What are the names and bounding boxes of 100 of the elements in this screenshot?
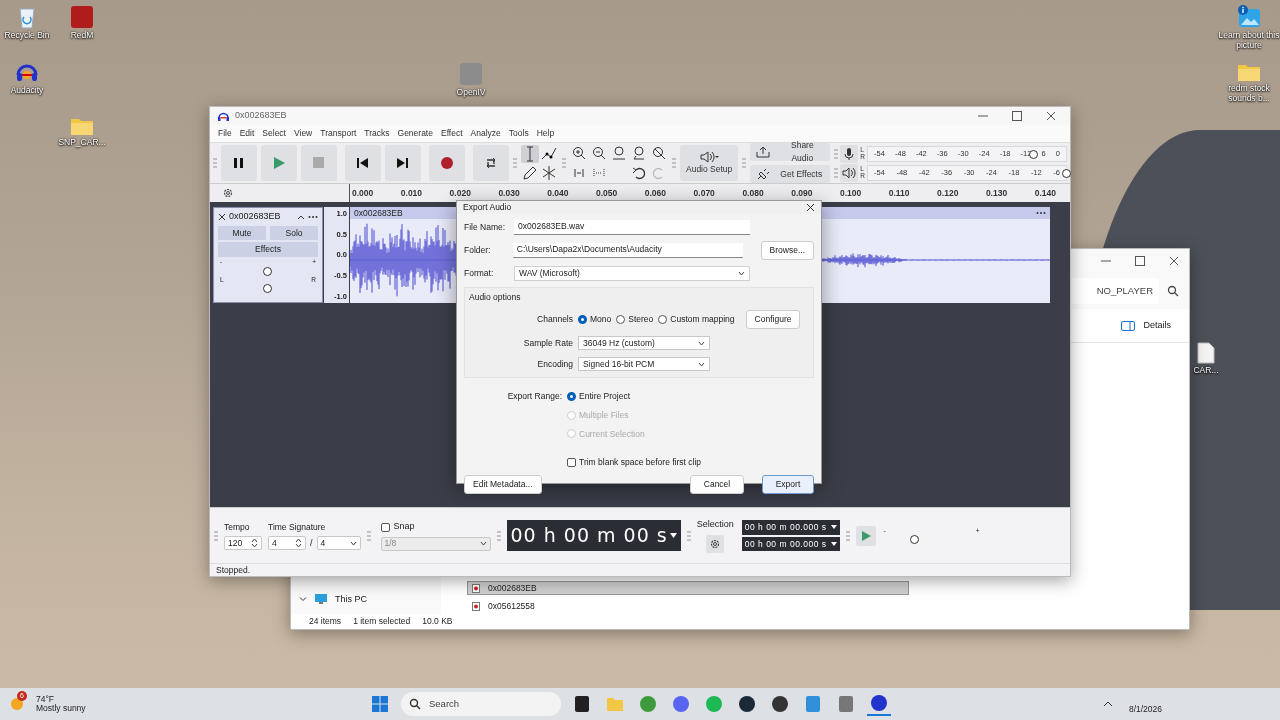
menu-item[interactable]: Tools — [504, 127, 533, 140]
field-label: Channels — [536, 313, 573, 326]
maximize-icon[interactable] — [1135, 256, 1145, 266]
radio-button[interactable] — [616, 315, 626, 325]
file-name-field[interactable]: 0x002683EB.wav — [514, 219, 750, 235]
radio-label[interactable]: Entire Project — [579, 390, 631, 403]
speaker-meter-button[interactable] — [840, 163, 859, 182]
solo-button[interactable]: Solo — [270, 225, 318, 241]
export-button[interactable]: Export — [762, 475, 814, 494]
ruler-tick-label: 0.090 — [791, 186, 813, 200]
trim-checkbox[interactable] — [567, 458, 576, 468]
speed-slider-thumb[interactable] — [910, 534, 920, 544]
recycle-bin-icon — [17, 5, 37, 29]
zoom-out-button[interactable] — [590, 144, 608, 162]
gain-slider-thumb[interactable] — [263, 266, 272, 276]
multi-tool-button[interactable] — [540, 163, 558, 182]
search-icon[interactable] — [1167, 285, 1179, 297]
cancel-button[interactable]: Cancel — [690, 475, 744, 494]
more-options-icon[interactable] — [1036, 211, 1046, 215]
taskbar-app-button[interactable] — [867, 692, 891, 716]
menu-item[interactable]: Tracks — [360, 127, 394, 140]
details-button[interactable]: Details — [1121, 318, 1171, 333]
radio-label[interactable]: Stereo — [628, 313, 654, 326]
tree-item[interactable]: This PC — [299, 592, 441, 606]
close-icon[interactable] — [218, 212, 226, 221]
menu-item[interactable]: Transport — [316, 127, 361, 140]
app-icon — [837, 695, 855, 713]
taskbar-date[interactable]: 8/1/2026 — [1128, 692, 1162, 716]
menu-item[interactable]: View — [290, 127, 317, 140]
skip-to-end-icon — [396, 156, 410, 170]
more-options-icon[interactable] — [308, 214, 318, 219]
menu-item[interactable]: Help — [532, 127, 559, 140]
configure-button[interactable]: Configure — [745, 310, 801, 329]
format-dropdown[interactable]: WAV (Microsoft) — [514, 265, 750, 281]
browse-button[interactable]: Browse... — [760, 240, 814, 260]
selection-time-field[interactable]: 00 h 00 m 00.000 s — [741, 536, 840, 552]
collapse-icon[interactable] — [297, 213, 305, 220]
menu-item[interactable]: Analyze — [466, 127, 505, 140]
file-row[interactable]: 0x002683EB — [467, 581, 909, 595]
sample-rate-dropdown[interactable]: 36049 Hz (custom) — [578, 336, 710, 350]
maximize-icon[interactable] — [1012, 111, 1022, 121]
fit-selection-button[interactable] — [610, 144, 628, 162]
microphone-meter-button[interactable] — [840, 144, 859, 163]
desktop-icon-label[interactable]: CAR... — [1193, 366, 1219, 376]
skip-to-start-icon — [356, 156, 370, 170]
zoom-toggle-button[interactable] — [650, 144, 668, 162]
ruler-tick-label: 0.080 — [742, 186, 764, 200]
meter-slider-thumb[interactable] — [1029, 149, 1039, 159]
share-audio-button[interactable]: Share Audio — [750, 143, 831, 161]
grip-icon — [742, 156, 747, 170]
skip-to-end-button[interactable] — [385, 145, 421, 181]
audio-setup-button[interactable]: Audio Setup — [680, 145, 739, 181]
chevron-up-icon[interactable] — [1102, 700, 1113, 708]
search-placeholder: Search — [429, 696, 460, 711]
get-effects-button[interactable]: Get Effects — [750, 165, 831, 183]
close-icon[interactable] — [1169, 256, 1179, 266]
menu-item[interactable]: Generate — [393, 127, 437, 140]
pan-slider-thumb[interactable] — [263, 284, 272, 293]
effects-button[interactable]: Effects — [218, 242, 318, 257]
meter-slider-thumb[interactable] — [1062, 168, 1071, 178]
checkbox-label[interactable]: Trim blank space before first clip — [579, 456, 702, 469]
pause-button[interactable] — [221, 145, 257, 181]
time-display[interactable]: 00 h 00 m 00 s — [506, 520, 681, 551]
menu-item[interactable]: Select — [258, 127, 290, 140]
tempo-field[interactable]: 120 — [224, 536, 262, 551]
radio-button[interactable] — [658, 315, 668, 325]
folder-field[interactable]: C:\Users\Dapa2x\Documents\Audacity — [512, 242, 743, 258]
radio-label[interactable]: Custom mapping — [670, 313, 735, 326]
radio-button[interactable] — [567, 391, 576, 401]
field-label: Encoding — [536, 357, 573, 371]
track-name[interactable]: 0x002683EB — [229, 210, 294, 224]
ruler-tick-label: 0.060 — [644, 186, 667, 200]
skip-to-start-button[interactable] — [345, 145, 381, 181]
menu-item[interactable]: Effect — [436, 127, 467, 140]
search-field[interactable]: Search — [401, 692, 561, 716]
loop-button[interactable] — [473, 145, 509, 181]
close-icon[interactable] — [1046, 111, 1056, 121]
ruler-tick-label: 0.120 — [937, 186, 959, 200]
play-at-speed-button[interactable] — [855, 525, 876, 546]
edit-metadata-button[interactable]: Edit Metadata... — [464, 475, 542, 494]
grip-icon — [686, 528, 691, 543]
caret-icon — [349, 540, 357, 546]
file-row[interactable]: 0x05612558 — [467, 599, 909, 613]
menu-item[interactable]: Edit — [235, 127, 259, 140]
menu-item[interactable]: File — [214, 127, 236, 140]
record-icon — [440, 156, 454, 170]
beats-field[interactable]: 4 — [268, 536, 306, 551]
beat-unit-dropdown[interactable]: 4 — [316, 536, 361, 551]
encoding-dropdown[interactable]: Signed 16-bit PCM — [578, 357, 710, 371]
ruler-tick-label: 0.030 — [498, 186, 520, 200]
record-button[interactable] — [429, 145, 465, 181]
radio-label[interactable]: Mono — [590, 313, 612, 326]
settings-icon[interactable] — [222, 187, 234, 199]
selection-settings-button[interactable] — [706, 535, 725, 554]
selection-time-field[interactable]: 00 h 00 m 00.000 s — [741, 519, 840, 535]
weather-condition: Mostly sunny — [36, 704, 86, 714]
mute-button[interactable]: Mute — [218, 225, 266, 241]
zoom-in-button[interactable] — [570, 144, 588, 162]
radio-button[interactable] — [578, 315, 587, 325]
close-icon[interactable] — [806, 202, 815, 212]
